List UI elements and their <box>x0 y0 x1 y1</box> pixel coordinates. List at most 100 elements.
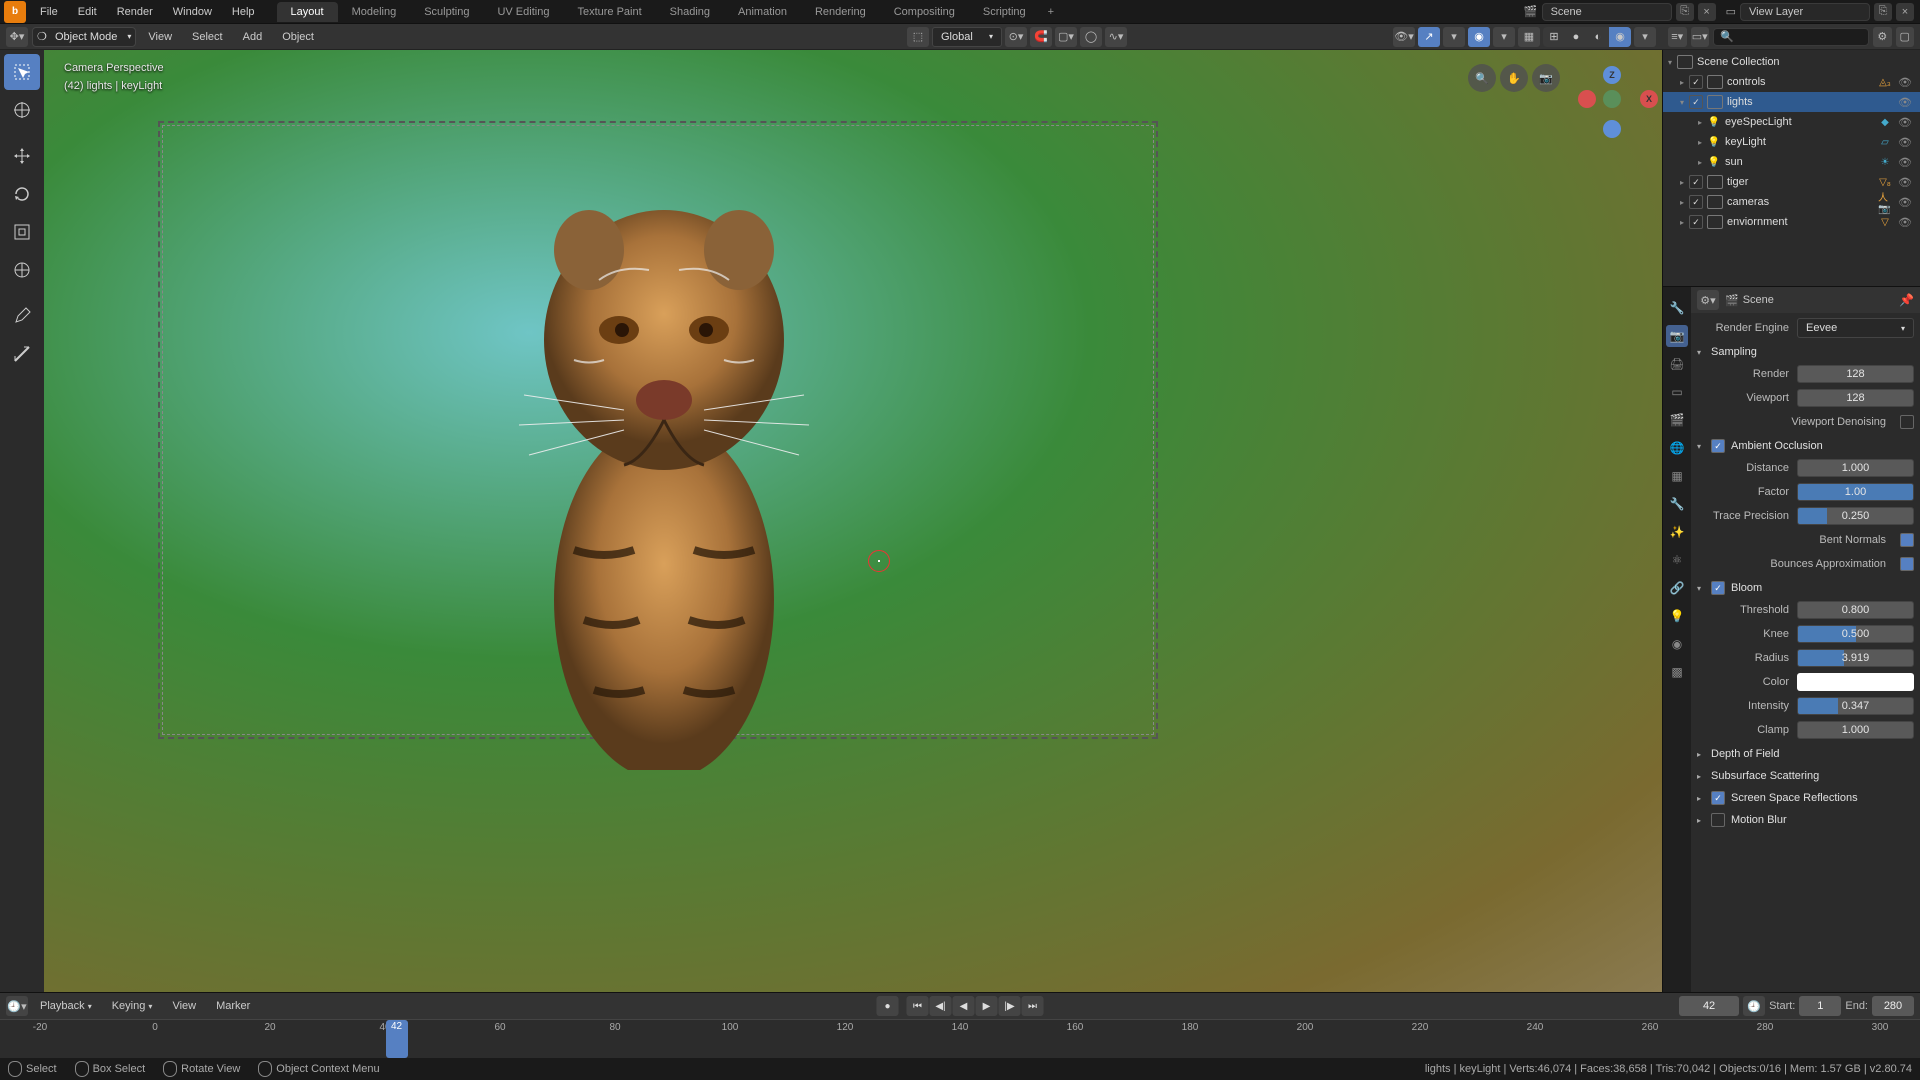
add-workspace-button[interactable]: + <box>1040 2 1062 22</box>
tab-uv-editing[interactable]: UV Editing <box>483 2 563 22</box>
outliner-new-collection[interactable]: ▢ <box>1896 27 1915 47</box>
outliner-search[interactable] <box>1713 28 1869 46</box>
proportional-options[interactable]: ∿▾ <box>1105 27 1127 47</box>
panel-sampling[interactable]: ▾Sampling <box>1697 341 1914 363</box>
bloom-threshold-field[interactable]: 0.800 <box>1797 601 1914 619</box>
play-reverse[interactable]: ◀ <box>953 996 975 1016</box>
hdr-select[interactable]: Select <box>184 28 231 46</box>
tab-shading[interactable]: Shading <box>656 2 724 22</box>
overlay-options[interactable]: ▾ <box>1493 27 1515 47</box>
jump-start[interactable]: ⏮ <box>907 996 929 1016</box>
show-gizmo[interactable]: ↗ <box>1418 27 1440 47</box>
jump-end[interactable]: ⏭ <box>1022 996 1044 1016</box>
tree-scene-collection[interactable]: ▾Scene Collection <box>1663 52 1920 72</box>
pivot-point[interactable]: ⊙▾ <box>1005 27 1027 47</box>
delete-scene-button[interactable]: × <box>1698 3 1716 21</box>
keyframe-next[interactable]: |▶ <box>999 996 1021 1016</box>
shading-wireframe[interactable]: ⊞ <box>1543 27 1565 47</box>
orientation-icon[interactable]: ⬚ <box>907 27 929 47</box>
sampling-viewport-field[interactable]: 128 <box>1797 389 1914 407</box>
panel-sss[interactable]: ▸Subsurface Scattering <box>1697 765 1914 787</box>
delete-viewlayer-button[interactable]: × <box>1896 3 1914 21</box>
play-forward[interactable]: ▶ <box>976 996 998 1016</box>
tab-rendering[interactable]: Rendering <box>801 2 880 22</box>
properties-editor-type[interactable]: ⚙▾ <box>1697 290 1719 310</box>
tab-scripting[interactable]: Scripting <box>969 2 1040 22</box>
ptab-material[interactable]: ◉ <box>1666 633 1688 655</box>
tree-eyespeclight[interactable]: ▸💡eyeSpecLight◆👁 <box>1663 112 1920 132</box>
tree-sun[interactable]: ▸💡sun☀👁 <box>1663 152 1920 172</box>
menu-file[interactable]: File <box>30 2 68 22</box>
bloom-intensity-field[interactable]: 0.347 <box>1797 697 1914 715</box>
bloom-radius-field[interactable]: 3.919 <box>1797 649 1914 667</box>
ptab-physics[interactable]: ⚛ <box>1666 549 1688 571</box>
ptab-modifier[interactable]: 🔧 <box>1666 493 1688 515</box>
outliner-filter[interactable]: ⚙ <box>1873 27 1892 47</box>
show-overlays[interactable]: ◉ <box>1468 27 1490 47</box>
tree-environment[interactable]: ▸✓enviornment▽👁 <box>1663 212 1920 232</box>
menu-help[interactable]: Help <box>222 2 265 22</box>
tree-keylight[interactable]: ▸💡keyLight▱👁 <box>1663 132 1920 152</box>
tl-keying[interactable]: Keying ▾ <box>104 997 161 1015</box>
ao-distance-field[interactable]: 1.000 <box>1797 459 1914 477</box>
bloom-knee-field[interactable]: 0.500 <box>1797 625 1914 643</box>
ptab-data[interactable]: 💡 <box>1666 605 1688 627</box>
viewport-denoise-checkbox[interactable] <box>1900 415 1914 429</box>
ptab-tool[interactable]: 🔧 <box>1666 297 1688 319</box>
ptab-constraints[interactable]: 🔗 <box>1666 577 1688 599</box>
panel-ssr[interactable]: ▸✓Screen Space Reflections <box>1697 787 1914 809</box>
current-frame-field[interactable]: 42 <box>1679 996 1739 1016</box>
tree-lights[interactable]: ▾✓lights👁 <box>1663 92 1920 112</box>
tl-view[interactable]: View <box>164 997 204 1015</box>
nav-camera[interactable]: 📷 <box>1532 64 1560 92</box>
menu-edit[interactable]: Edit <box>68 2 107 22</box>
tool-rotate[interactable] <box>4 176 40 212</box>
ptab-viewlayer[interactable]: ▭ <box>1666 381 1688 403</box>
tab-animation[interactable]: Animation <box>724 2 801 22</box>
panel-bloom[interactable]: ▾✓Bloom <box>1697 577 1914 599</box>
ptab-particles[interactable]: ✨ <box>1666 521 1688 543</box>
hdr-view[interactable]: View <box>140 28 180 46</box>
timeline-ruler[interactable]: -200204060801001201401601802002202402602… <box>0 1019 1920 1058</box>
nav-zoom[interactable]: 🔍 <box>1468 64 1496 92</box>
ao-bounces-checkbox[interactable] <box>1900 557 1914 571</box>
tool-select-box[interactable] <box>4 54 40 90</box>
ao-trace-field[interactable]: 0.250 <box>1797 507 1914 525</box>
sampling-render-field[interactable]: 128 <box>1797 365 1914 383</box>
ao-factor-field[interactable]: 1.00 <box>1797 483 1914 501</box>
panel-ao[interactable]: ▾✓Ambient Occlusion <box>1697 435 1914 457</box>
tree-cameras[interactable]: ▸✓cameras人📷👁 <box>1663 192 1920 212</box>
tool-annotate[interactable] <box>4 298 40 334</box>
new-viewlayer-button[interactable]: ⎘ <box>1874 3 1892 21</box>
shading-options[interactable]: ▾ <box>1634 27 1656 47</box>
render-engine-select[interactable]: Eevee▾ <box>1797 318 1914 338</box>
tab-compositing[interactable]: Compositing <box>880 2 969 22</box>
bloom-clamp-field[interactable]: 1.000 <box>1797 721 1914 739</box>
ptab-scene[interactable]: 🎬 <box>1666 409 1688 431</box>
tab-texture-paint[interactable]: Texture Paint <box>563 2 655 22</box>
pin-icon[interactable]: 📌 <box>1899 293 1914 307</box>
outliner-tree[interactable]: ▾Scene Collection ▸✓controls◬₃👁 ▾✓lights… <box>1663 50 1920 286</box>
xray-toggle[interactable]: ▦ <box>1518 27 1540 47</box>
autokey-toggle[interactable]: ● <box>877 996 899 1016</box>
axis-gizmo[interactable]: X Z <box>1578 66 1646 134</box>
ptab-world[interactable]: 🌐 <box>1666 437 1688 459</box>
tl-playback[interactable]: Playback ▾ <box>32 997 100 1015</box>
timeline-editor-type[interactable]: 🕘▾ <box>6 996 28 1016</box>
ptab-texture[interactable]: ▩ <box>1666 661 1688 683</box>
outliner-display-mode[interactable]: ▭▾ <box>1691 27 1710 47</box>
tool-move[interactable] <box>4 138 40 174</box>
snap-toggle[interactable]: 🧲 <box>1030 27 1052 47</box>
ptab-object[interactable]: ▦ <box>1666 465 1688 487</box>
panel-dof[interactable]: ▸Depth of Field <box>1697 743 1914 765</box>
tl-marker[interactable]: Marker <box>208 997 258 1015</box>
viewport-3d[interactable]: Camera Perspective (42) lights | keyLigh… <box>44 50 1662 992</box>
transform-orientation[interactable]: Global▾ <box>932 27 1002 47</box>
ptab-render[interactable]: 📷 <box>1666 325 1688 347</box>
tab-modeling[interactable]: Modeling <box>338 2 411 22</box>
end-frame-field[interactable]: 280 <box>1872 996 1914 1016</box>
outliner-editor-type[interactable]: ≡▾ <box>1668 27 1687 47</box>
use-preview-range[interactable]: 🕘 <box>1743 996 1765 1016</box>
tool-scale[interactable] <box>4 214 40 250</box>
tool-measure[interactable] <box>4 336 40 372</box>
